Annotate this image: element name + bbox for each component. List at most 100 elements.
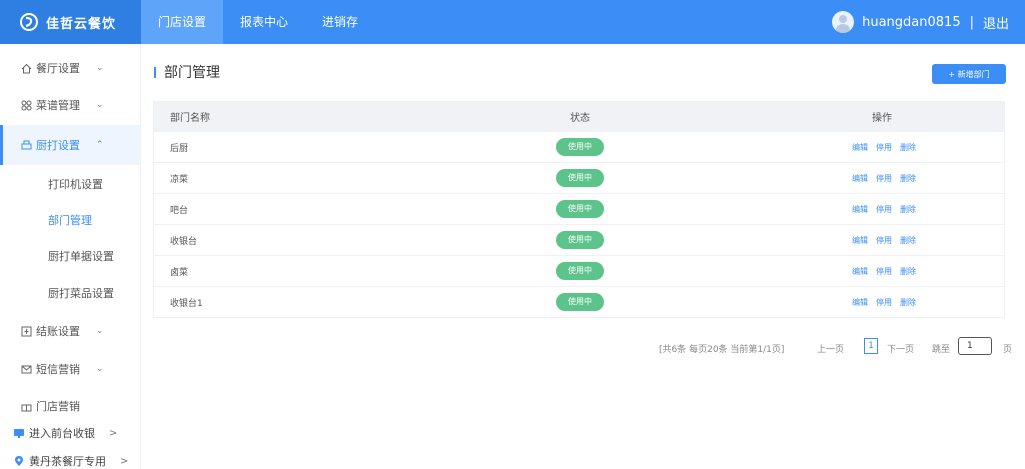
status-badge: 使用中: [556, 200, 604, 218]
chevron-down-icon: ⌄: [96, 364, 104, 374]
current-page-button[interactable]: 1: [864, 338, 878, 354]
edit-link[interactable]: 编辑: [852, 236, 868, 245]
edit-link[interactable]: 编辑: [852, 143, 868, 152]
printer-icon: [20, 139, 32, 151]
sidebar-item-sms-marketing[interactable]: 短信营销 ⌄: [0, 357, 141, 381]
delete-link[interactable]: 删除: [900, 205, 916, 214]
disable-link[interactable]: 停用: [876, 205, 892, 214]
tab-inventory[interactable]: 进销存: [305, 0, 375, 44]
monitor-icon: [14, 429, 24, 438]
chevron-up-icon: ⌃: [96, 140, 104, 150]
username[interactable]: huangdan0815: [862, 15, 960, 30]
sidebar-shortcut-front-cashier[interactable]: 进入前台收银 >: [0, 424, 141, 442]
sidebar-item-menu-management[interactable]: 菜谱管理 ⌄: [0, 93, 141, 117]
jump-label: 跳至: [932, 345, 951, 355]
department-name: 卤菜: [170, 267, 189, 278]
user-area: huangdan0815 | 退出: [832, 0, 1025, 44]
column-header-name: 部门名称: [170, 113, 210, 124]
title-accent-bar: [154, 66, 156, 78]
edit-link[interactable]: 编辑: [852, 267, 868, 276]
table-row: 凉菜 使用中 编辑 停用 删除: [154, 162, 1004, 193]
brand[interactable]: 佳哲云餐饮: [0, 0, 141, 44]
status-cell: 使用中: [380, 231, 780, 249]
disable-link[interactable]: 停用: [876, 174, 892, 183]
department-name: 吧台: [170, 205, 189, 216]
ops-cell: 编辑 停用 删除: [780, 297, 1004, 308]
tab-store-settings[interactable]: 门店设置: [141, 0, 224, 44]
status-cell: 使用中: [380, 200, 780, 218]
sidebar-item-label: 结账设置: [36, 325, 80, 338]
disable-link[interactable]: 停用: [876, 298, 892, 307]
add-department-button[interactable]: + 新增部门: [932, 64, 1006, 84]
delete-link[interactable]: 删除: [900, 267, 916, 276]
department-table: 部门名称 状态 操作 后厨 使用中 编辑 停用 删除 凉菜 使用中 编辑 停用 删除 吧台 使用中 编辑…: [153, 101, 1005, 318]
disable-link[interactable]: 停用: [876, 236, 892, 245]
disable-link[interactable]: 停用: [876, 267, 892, 276]
edit-link[interactable]: 编辑: [852, 174, 868, 183]
chevron-down-icon: ⌄: [96, 63, 104, 73]
shortcut-label: 黄丹茶餐厅专用: [29, 455, 106, 468]
column-header-ops: 操作: [872, 113, 892, 124]
sidebar-item-label: 餐厅设置: [36, 62, 80, 75]
gift-icon: [20, 400, 32, 412]
status-badge: 使用中: [556, 138, 604, 156]
status-cell: 使用中: [380, 262, 780, 280]
sidebar-subitem-print-dish-settings[interactable]: 厨打菜品设置: [0, 285, 141, 301]
location-pin-icon: [15, 456, 23, 466]
ops-cell: 编辑 停用 删除: [780, 142, 1004, 153]
brand-name: 佳哲云餐饮: [46, 16, 117, 32]
page-title-text: 部门管理: [164, 65, 220, 81]
sidebar-subitem-print-ticket-settings[interactable]: 厨打单据设置: [0, 248, 141, 264]
avatar[interactable]: [832, 11, 855, 33]
page-title: 部门管理: [154, 62, 220, 82]
tab-report-center[interactable]: 报表中心: [223, 0, 305, 44]
table-row: 收银台1 使用中 编辑 停用 删除: [154, 286, 1004, 317]
sidebar: 餐厅设置 ⌄ 菜谱管理 ⌄ 厨打设置 ⌃ 打印机设置 部门管理 厨打单据设置 厨…: [0, 44, 141, 469]
delete-link[interactable]: 删除: [900, 174, 916, 183]
sidebar-subitem-printer-settings[interactable]: 打印机设置: [0, 176, 141, 192]
home-icon: [20, 62, 32, 74]
ops-cell: 编辑 停用 删除: [780, 266, 1004, 277]
sidebar-item-label: 厨打设置: [36, 139, 80, 152]
sidebar-item-label: 短信营销: [36, 363, 80, 376]
pagination-summary: [共6条 每页20条 当前第1/1页]: [659, 345, 785, 355]
sidebar-item-restaurant-settings[interactable]: 餐厅设置 ⌄: [0, 56, 141, 80]
sidebar-item-kitchen-print-settings[interactable]: 厨打设置 ⌃: [0, 125, 141, 165]
top-nav: 门店设置 报表中心 进销存: [141, 0, 375, 44]
prev-page-button[interactable]: 上一页: [817, 342, 844, 355]
disable-link[interactable]: 停用: [876, 143, 892, 152]
table-row: 吧台 使用中 编辑 停用 删除: [154, 193, 1004, 224]
status-cell: 使用中: [380, 169, 780, 187]
edit-link[interactable]: 编辑: [852, 298, 868, 307]
jump-page-input[interactable]: 1: [958, 337, 992, 355]
table-row: 后厨 使用中 编辑 停用 删除: [154, 131, 1004, 162]
pagination: [共6条 每页20条 当前第1/1页] 上一页 1 下一页 跳至 1 页: [141, 337, 1025, 357]
table-row: 卤菜 使用中 编辑 停用 删除: [154, 255, 1004, 286]
chevron-right-icon: >: [120, 455, 129, 467]
status-badge: 使用中: [556, 262, 604, 280]
delete-link[interactable]: 删除: [900, 143, 916, 152]
sidebar-item-checkout-settings[interactable]: 结账设置 ⌄: [0, 319, 141, 343]
checkout-icon: [20, 325, 32, 337]
delete-link[interactable]: 删除: [900, 298, 916, 307]
ops-cell: 编辑 停用 删除: [780, 173, 1004, 184]
sidebar-shortcut-tea-restaurant[interactable]: 黄丹茶餐厅专用 >: [0, 452, 141, 469]
ops-cell: 编辑 停用 删除: [780, 235, 1004, 246]
delete-link[interactable]: 删除: [900, 236, 916, 245]
status-cell: 使用中: [380, 138, 780, 156]
department-name: 收银台1: [170, 298, 203, 309]
logout-link[interactable]: 退出: [983, 13, 1009, 32]
status-badge: 使用中: [556, 169, 604, 187]
message-icon: [20, 363, 32, 375]
sidebar-subitem-department-management[interactable]: 部门管理: [0, 212, 141, 228]
edit-link[interactable]: 编辑: [852, 205, 868, 214]
department-name: 后厨: [170, 143, 189, 154]
next-page-button[interactable]: 下一页: [887, 342, 914, 355]
table-header: 部门名称 状态 操作: [154, 102, 1004, 131]
table-row: 收银台 使用中 编辑 停用 删除: [154, 224, 1004, 255]
sidebar-item-store-marketing[interactable]: 门店营销: [0, 394, 141, 418]
table-body: 后厨 使用中 编辑 停用 删除 凉菜 使用中 编辑 停用 删除 吧台 使用中 编辑 停用 删除 收银台 使用中编…: [154, 131, 1004, 317]
status-cell: 使用中: [380, 293, 780, 311]
shortcut-label: 进入前台收银: [29, 427, 95, 440]
page-unit-label: 页: [1003, 345, 1013, 355]
